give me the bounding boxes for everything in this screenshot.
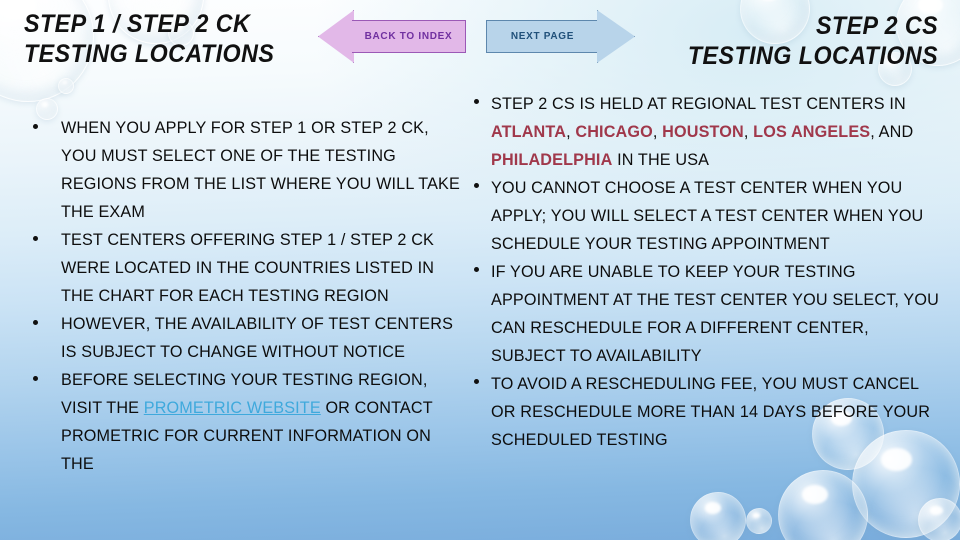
bullet-item: WHEN YOU APPLY FOR STEP 1 OR STEP 2 CK, … <box>33 114 463 226</box>
right-content-column: STEP 2 CS IS HELD AT REGIONAL TEST CENTE… <box>474 90 946 454</box>
prometric-website-link[interactable]: PROMETRIC WEBSITE <box>144 399 321 417</box>
next-page-button[interactable]: NEXT PAGE <box>486 20 598 53</box>
bullet-dot-icon <box>474 183 479 188</box>
bullet-text: , <box>652 123 663 141</box>
bullet-text: , <box>566 123 576 141</box>
highlighted-city-name: LOS ANGELES <box>753 123 871 141</box>
page-title-right: STEP 2 CS TESTING LOCATIONS <box>688 12 938 71</box>
bullet-dot-icon <box>474 99 479 104</box>
back-to-index-button[interactable]: BACK TO INDEX <box>352 20 466 53</box>
bullet-dot-icon <box>33 236 38 241</box>
bullet-dot-icon <box>33 124 38 129</box>
bullet-item: TO AVOID A RESCHEDULING FEE, YOU MUST CA… <box>474 370 946 454</box>
bullet-text: WHEN YOU APPLY FOR STEP 1 OR STEP 2 CK, … <box>61 119 460 221</box>
bullet-text: , AND <box>870 123 914 141</box>
highlighted-city-name: HOUSTON <box>662 123 744 141</box>
slide-canvas: STEP 1 / STEP 2 CK TESTING LOCATIONS STE… <box>0 0 960 540</box>
bullet-text: STEP 2 CS IS HELD AT REGIONAL TEST CENTE… <box>491 95 906 113</box>
back-to-index-arrowhead-icon[interactable] <box>318 10 354 63</box>
bullet-text: IN THE USA <box>612 151 710 169</box>
bullet-text: YOU CANNOT CHOOSE A TEST CENTER WHEN YOU… <box>491 179 924 253</box>
highlighted-city-name: PHILADELPHIA <box>491 151 613 169</box>
bullet-item: TEST CENTERS OFFERING STEP 1 / STEP 2 CK… <box>33 226 463 310</box>
bullet-item: HOWEVER, THE AVAILABILITY OF TEST CENTER… <box>33 310 463 366</box>
bullet-item: BEFORE SELECTING YOUR TESTING REGION, VI… <box>33 366 463 478</box>
bullet-text: HOWEVER, THE AVAILABILITY OF TEST CENTER… <box>61 315 454 361</box>
bullet-dot-icon <box>33 376 38 381</box>
bullet-text: TEST CENTERS OFFERING STEP 1 / STEP 2 CK… <box>61 231 435 305</box>
highlighted-city-name: CHICAGO <box>575 123 653 141</box>
next-page-arrowhead-icon[interactable] <box>597 10 635 63</box>
left-content-column: WHEN YOU APPLY FOR STEP 1 OR STEP 2 CK, … <box>33 114 463 478</box>
bullet-dot-icon <box>474 267 479 272</box>
bullet-dot-icon <box>33 320 38 325</box>
bullet-text: IF YOU ARE UNABLE TO KEEP YOUR TESTING A… <box>491 263 939 365</box>
bubble-icon <box>58 78 74 94</box>
page-title-left-line-1: STEP 1 / STEP 2 CK <box>24 10 251 38</box>
bubble-icon <box>746 508 772 534</box>
page-title-left-line-2: TESTING LOCATIONS <box>24 39 275 68</box>
bullet-item: IF YOU ARE UNABLE TO KEEP YOUR TESTING A… <box>474 258 946 370</box>
bullet-text: , <box>743 123 754 141</box>
bubble-icon <box>918 498 960 540</box>
bubble-icon <box>690 492 746 540</box>
highlighted-city-name: ATLANTA <box>491 123 567 141</box>
bullet-item: STEP 2 CS IS HELD AT REGIONAL TEST CENTE… <box>474 90 946 174</box>
bullet-dot-icon <box>474 379 479 384</box>
bullet-text: TO AVOID A RESCHEDULING FEE, YOU MUST CA… <box>491 375 931 449</box>
page-title-left: STEP 1 / STEP 2 CK TESTING LOCATIONS <box>24 10 274 69</box>
page-title-right-line-1: STEP 2 CS <box>815 12 938 40</box>
page-title-right-line-2: TESTING LOCATIONS <box>687 41 938 70</box>
bullet-item: YOU CANNOT CHOOSE A TEST CENTER WHEN YOU… <box>474 174 946 258</box>
bubble-icon <box>778 470 868 540</box>
